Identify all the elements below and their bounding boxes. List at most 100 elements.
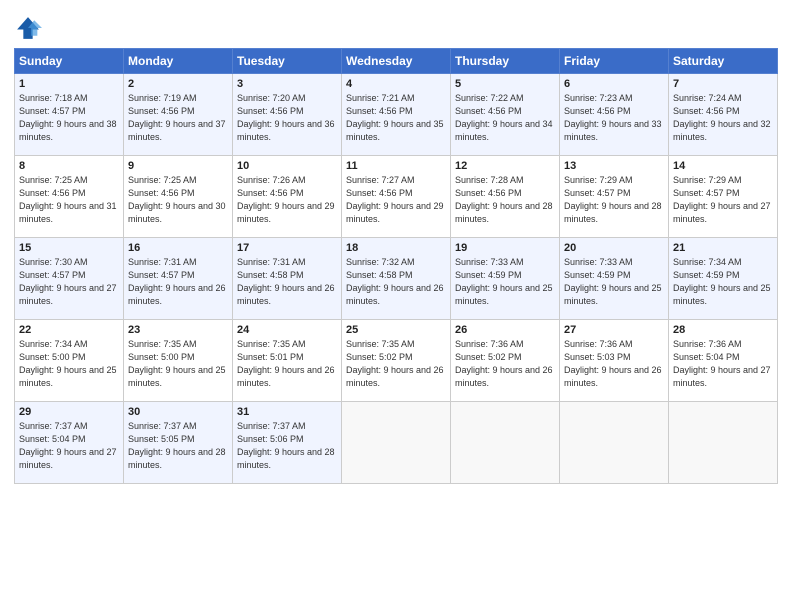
day-number: 27 xyxy=(564,324,664,336)
day-info: Sunrise: 7:29 AMSunset: 4:57 PMDaylight:… xyxy=(564,174,664,226)
week-row-4: 22 Sunrise: 7:34 AMSunset: 5:00 PMDaylig… xyxy=(15,320,778,402)
day-number: 26 xyxy=(455,324,555,336)
header-row: SundayMondayTuesdayWednesdayThursdayFrid… xyxy=(15,49,778,74)
calendar-table: SundayMondayTuesdayWednesdayThursdayFrid… xyxy=(14,48,778,484)
day-info: Sunrise: 7:28 AMSunset: 4:56 PMDaylight:… xyxy=(455,174,555,226)
day-cell: 24 Sunrise: 7:35 AMSunset: 5:01 PMDaylig… xyxy=(233,320,342,402)
logo-icon xyxy=(14,14,42,42)
day-number: 9 xyxy=(128,160,228,172)
day-info: Sunrise: 7:35 AMSunset: 5:00 PMDaylight:… xyxy=(128,338,228,390)
day-info: Sunrise: 7:18 AMSunset: 4:57 PMDaylight:… xyxy=(19,92,119,144)
day-number: 19 xyxy=(455,242,555,254)
day-number: 2 xyxy=(128,78,228,90)
logo xyxy=(14,14,46,42)
day-cell: 23 Sunrise: 7:35 AMSunset: 5:00 PMDaylig… xyxy=(124,320,233,402)
day-cell: 15 Sunrise: 7:30 AMSunset: 4:57 PMDaylig… xyxy=(15,238,124,320)
week-row-1: 1 Sunrise: 7:18 AMSunset: 4:57 PMDayligh… xyxy=(15,74,778,156)
day-info: Sunrise: 7:31 AMSunset: 4:58 PMDaylight:… xyxy=(237,256,337,308)
day-cell: 17 Sunrise: 7:31 AMSunset: 4:58 PMDaylig… xyxy=(233,238,342,320)
day-cell: 4 Sunrise: 7:21 AMSunset: 4:56 PMDayligh… xyxy=(342,74,451,156)
calendar-header: SundayMondayTuesdayWednesdayThursdayFrid… xyxy=(15,49,778,74)
day-cell xyxy=(342,402,451,484)
day-info: Sunrise: 7:31 AMSunset: 4:57 PMDaylight:… xyxy=(128,256,228,308)
day-cell xyxy=(560,402,669,484)
day-cell: 16 Sunrise: 7:31 AMSunset: 4:57 PMDaylig… xyxy=(124,238,233,320)
day-cell: 28 Sunrise: 7:36 AMSunset: 5:04 PMDaylig… xyxy=(669,320,778,402)
day-cell: 31 Sunrise: 7:37 AMSunset: 5:06 PMDaylig… xyxy=(233,402,342,484)
day-info: Sunrise: 7:25 AMSunset: 4:56 PMDaylight:… xyxy=(128,174,228,226)
day-cell: 1 Sunrise: 7:18 AMSunset: 4:57 PMDayligh… xyxy=(15,74,124,156)
week-row-5: 29 Sunrise: 7:37 AMSunset: 5:04 PMDaylig… xyxy=(15,402,778,484)
day-info: Sunrise: 7:27 AMSunset: 4:56 PMDaylight:… xyxy=(346,174,446,226)
day-number: 31 xyxy=(237,406,337,418)
day-number: 28 xyxy=(673,324,773,336)
day-info: Sunrise: 7:36 AMSunset: 5:02 PMDaylight:… xyxy=(455,338,555,390)
day-cell: 8 Sunrise: 7:25 AMSunset: 4:56 PMDayligh… xyxy=(15,156,124,238)
day-number: 7 xyxy=(673,78,773,90)
day-cell: 6 Sunrise: 7:23 AMSunset: 4:56 PMDayligh… xyxy=(560,74,669,156)
day-info: Sunrise: 7:29 AMSunset: 4:57 PMDaylight:… xyxy=(673,174,773,226)
day-number: 22 xyxy=(19,324,119,336)
day-number: 8 xyxy=(19,160,119,172)
day-cell: 27 Sunrise: 7:36 AMSunset: 5:03 PMDaylig… xyxy=(560,320,669,402)
day-cell: 5 Sunrise: 7:22 AMSunset: 4:56 PMDayligh… xyxy=(451,74,560,156)
day-number: 3 xyxy=(237,78,337,90)
header-cell-monday: Monday xyxy=(124,49,233,74)
day-cell: 13 Sunrise: 7:29 AMSunset: 4:57 PMDaylig… xyxy=(560,156,669,238)
day-number: 20 xyxy=(564,242,664,254)
day-cell: 19 Sunrise: 7:33 AMSunset: 4:59 PMDaylig… xyxy=(451,238,560,320)
day-cell: 2 Sunrise: 7:19 AMSunset: 4:56 PMDayligh… xyxy=(124,74,233,156)
day-info: Sunrise: 7:26 AMSunset: 4:56 PMDaylight:… xyxy=(237,174,337,226)
day-number: 16 xyxy=(128,242,228,254)
day-cell: 26 Sunrise: 7:36 AMSunset: 5:02 PMDaylig… xyxy=(451,320,560,402)
day-cell: 22 Sunrise: 7:34 AMSunset: 5:00 PMDaylig… xyxy=(15,320,124,402)
day-info: Sunrise: 7:21 AMSunset: 4:56 PMDaylight:… xyxy=(346,92,446,144)
day-info: Sunrise: 7:20 AMSunset: 4:56 PMDaylight:… xyxy=(237,92,337,144)
day-info: Sunrise: 7:23 AMSunset: 4:56 PMDaylight:… xyxy=(564,92,664,144)
day-number: 1 xyxy=(19,78,119,90)
day-cell: 20 Sunrise: 7:33 AMSunset: 4:59 PMDaylig… xyxy=(560,238,669,320)
day-info: Sunrise: 7:35 AMSunset: 5:02 PMDaylight:… xyxy=(346,338,446,390)
calendar-body: 1 Sunrise: 7:18 AMSunset: 4:57 PMDayligh… xyxy=(15,74,778,484)
day-info: Sunrise: 7:34 AMSunset: 5:00 PMDaylight:… xyxy=(19,338,119,390)
day-number: 24 xyxy=(237,324,337,336)
day-number: 18 xyxy=(346,242,446,254)
day-info: Sunrise: 7:37 AMSunset: 5:05 PMDaylight:… xyxy=(128,420,228,472)
day-number: 11 xyxy=(346,160,446,172)
day-cell xyxy=(451,402,560,484)
day-number: 21 xyxy=(673,242,773,254)
day-info: Sunrise: 7:32 AMSunset: 4:58 PMDaylight:… xyxy=(346,256,446,308)
week-row-3: 15 Sunrise: 7:30 AMSunset: 4:57 PMDaylig… xyxy=(15,238,778,320)
day-number: 23 xyxy=(128,324,228,336)
day-cell: 12 Sunrise: 7:28 AMSunset: 4:56 PMDaylig… xyxy=(451,156,560,238)
day-cell: 14 Sunrise: 7:29 AMSunset: 4:57 PMDaylig… xyxy=(669,156,778,238)
header-cell-thursday: Thursday xyxy=(451,49,560,74)
header-cell-wednesday: Wednesday xyxy=(342,49,451,74)
day-number: 14 xyxy=(673,160,773,172)
day-number: 17 xyxy=(237,242,337,254)
day-number: 6 xyxy=(564,78,664,90)
day-info: Sunrise: 7:22 AMSunset: 4:56 PMDaylight:… xyxy=(455,92,555,144)
day-info: Sunrise: 7:33 AMSunset: 4:59 PMDaylight:… xyxy=(455,256,555,308)
day-info: Sunrise: 7:19 AMSunset: 4:56 PMDaylight:… xyxy=(128,92,228,144)
header-cell-tuesday: Tuesday xyxy=(233,49,342,74)
day-info: Sunrise: 7:24 AMSunset: 4:56 PMDaylight:… xyxy=(673,92,773,144)
day-cell: 9 Sunrise: 7:25 AMSunset: 4:56 PMDayligh… xyxy=(124,156,233,238)
header-cell-saturday: Saturday xyxy=(669,49,778,74)
day-cell: 11 Sunrise: 7:27 AMSunset: 4:56 PMDaylig… xyxy=(342,156,451,238)
day-cell: 3 Sunrise: 7:20 AMSunset: 4:56 PMDayligh… xyxy=(233,74,342,156)
day-info: Sunrise: 7:37 AMSunset: 5:04 PMDaylight:… xyxy=(19,420,119,472)
day-cell: 7 Sunrise: 7:24 AMSunset: 4:56 PMDayligh… xyxy=(669,74,778,156)
day-info: Sunrise: 7:25 AMSunset: 4:56 PMDaylight:… xyxy=(19,174,119,226)
day-cell: 29 Sunrise: 7:37 AMSunset: 5:04 PMDaylig… xyxy=(15,402,124,484)
day-cell: 18 Sunrise: 7:32 AMSunset: 4:58 PMDaylig… xyxy=(342,238,451,320)
day-info: Sunrise: 7:33 AMSunset: 4:59 PMDaylight:… xyxy=(564,256,664,308)
day-number: 10 xyxy=(237,160,337,172)
header xyxy=(14,10,778,42)
day-cell: 25 Sunrise: 7:35 AMSunset: 5:02 PMDaylig… xyxy=(342,320,451,402)
day-info: Sunrise: 7:37 AMSunset: 5:06 PMDaylight:… xyxy=(237,420,337,472)
header-cell-sunday: Sunday xyxy=(15,49,124,74)
day-number: 25 xyxy=(346,324,446,336)
day-cell: 10 Sunrise: 7:26 AMSunset: 4:56 PMDaylig… xyxy=(233,156,342,238)
day-number: 30 xyxy=(128,406,228,418)
